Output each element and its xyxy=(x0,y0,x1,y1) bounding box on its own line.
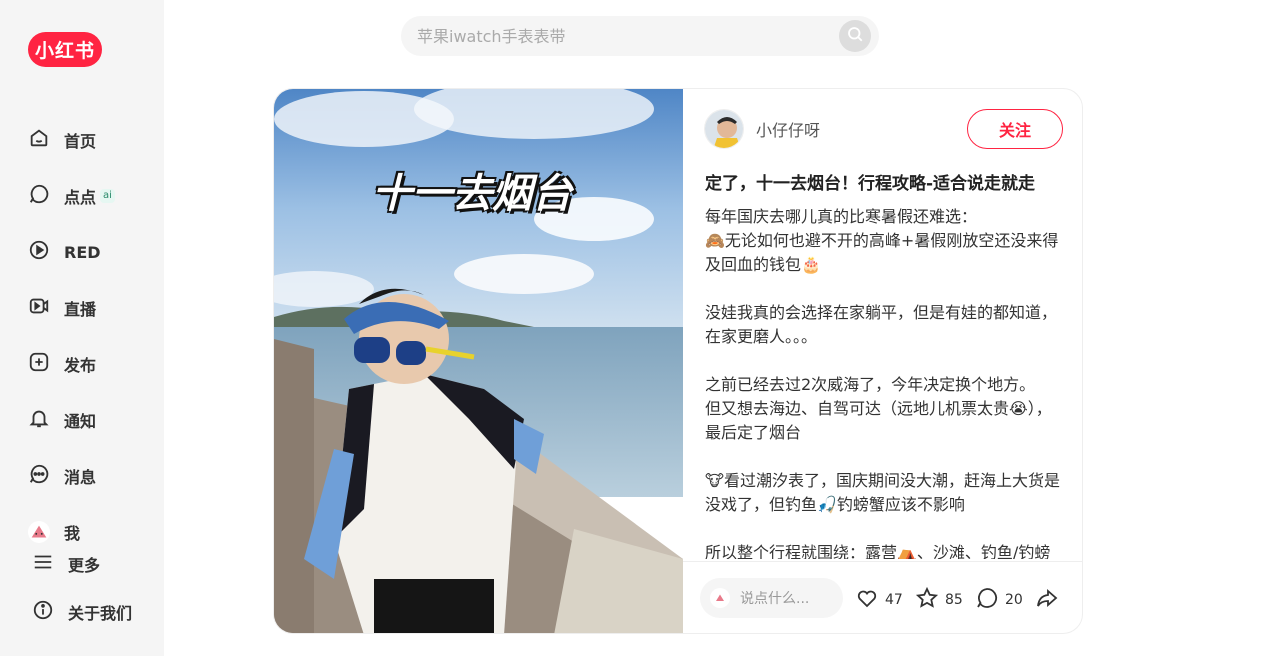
ai-badge: ai xyxy=(100,189,115,203)
nav-label: 首页 xyxy=(64,132,97,151)
comment-input[interactable]: 说点什么... xyxy=(700,578,843,618)
home-icon xyxy=(28,127,50,153)
search-icon xyxy=(846,25,864,47)
comment-count: 20 xyxy=(1005,592,1023,608)
comment-placeholder: 说点什么... xyxy=(740,591,810,607)
nav-label: 通知 xyxy=(64,412,97,431)
avatar xyxy=(28,521,50,543)
author-name[interactable]: 小仔仔呀 xyxy=(756,117,820,141)
message-dots-icon xyxy=(28,463,50,489)
nav-item-messages[interactable]: 消息 xyxy=(28,464,96,488)
note-detail-card: 十一去烟台 小仔仔呀 关注 定了，十一去烟台！行程攻略-适合说走就走 每年国庆去… xyxy=(273,88,1083,634)
note-paragraph: 每年国庆去哪儿真的比寒暑假还难选： 🙈无论如何也避不开的高峰+暑假刚放空还没来得… xyxy=(705,207,1059,274)
nav-item-diandian[interactable]: 点点 ai xyxy=(28,184,115,208)
collect-button[interactable]: 85 xyxy=(915,586,963,614)
chat-bubble-icon xyxy=(28,183,50,209)
nav-item-notifications[interactable]: 通知 xyxy=(28,408,96,432)
follow-button[interactable]: 关注 xyxy=(967,109,1063,149)
sidebar: 小红书 首页 点点 ai RED 直播 发布 通知 消息 我 更多 关于我们 xyxy=(0,0,164,656)
note-panel: 小仔仔呀 关注 定了，十一去烟台！行程攻略-适合说走就走 每年国庆去哪儿真的比寒… xyxy=(683,89,1082,633)
like-count: 47 xyxy=(885,592,903,608)
logo[interactable]: 小红书 xyxy=(28,32,102,67)
nav-item-red[interactable]: RED xyxy=(28,240,101,264)
like-button[interactable]: 47 xyxy=(855,586,903,614)
note-paragraph: 没娃我真的会选择在家躺平，但是有娃的都知道，在家更磨人。。。 xyxy=(705,303,1058,346)
search-input[interactable] xyxy=(417,26,817,46)
collect-count: 85 xyxy=(945,592,963,608)
plus-square-icon xyxy=(28,351,50,377)
nav-item-more[interactable]: 更多 xyxy=(32,552,100,576)
nav-label: 直播 xyxy=(64,300,97,319)
star-icon xyxy=(915,586,939,614)
note-paragraph: 所以整个行程就围绕：露营⛺、沙滩、钓鱼/钓螃 xyxy=(705,543,1051,559)
comment-icon xyxy=(975,586,999,614)
author-avatar[interactable] xyxy=(704,109,744,149)
nav-item-about[interactable]: 关于我们 xyxy=(32,600,132,624)
nav-label: RED xyxy=(64,242,101,262)
interaction-bar: 说点什么... 47 85 20 xyxy=(683,561,1082,633)
note-title: 定了，十一去烟台！行程攻略-适合说走就走 xyxy=(705,174,1036,194)
menu-icon xyxy=(32,551,54,577)
info-icon xyxy=(32,599,54,625)
search-button[interactable] xyxy=(839,20,871,52)
play-icon xyxy=(28,239,50,265)
avatar xyxy=(710,588,730,608)
nav-label: 关于我们 xyxy=(68,604,133,623)
note-paragraph: 之前已经去过2次威海了，今年决定换个地方。 但又想去海边、自驾可达（远地儿机票太… xyxy=(705,375,1052,442)
share-button[interactable] xyxy=(1035,586,1059,614)
note-photo[interactable]: 十一去烟台 xyxy=(274,89,683,633)
nav-item-me[interactable]: 我 xyxy=(28,520,80,544)
comment-button[interactable]: 20 xyxy=(975,586,1023,614)
heart-icon xyxy=(855,586,879,614)
author-info[interactable]: 小仔仔呀 xyxy=(704,109,820,149)
bell-icon xyxy=(28,407,50,433)
nav-item-publish[interactable]: 发布 xyxy=(28,352,96,376)
note-content: 定了，十一去烟台！行程攻略-适合说走就走 每年国庆去哪儿真的比寒暑假还难选： 🙈… xyxy=(705,171,1065,559)
search-bar xyxy=(401,16,879,56)
nav-label: 发布 xyxy=(64,356,97,375)
note-paragraph: 🐮看过潮汐表了，国庆期间没大潮，赶海上大货是没戏了，但钓鱼🎣钓螃蟹应该不影响 xyxy=(705,471,1060,514)
nav-label: 更多 xyxy=(68,556,101,575)
nav-item-home[interactable]: 首页 xyxy=(28,128,96,152)
live-camera-icon xyxy=(28,295,50,321)
nav-item-live[interactable]: 直播 xyxy=(28,296,96,320)
nav-label: 消息 xyxy=(64,468,97,487)
photo-overlay-text: 十一去烟台 xyxy=(372,171,572,217)
nav-label: 点点 xyxy=(64,188,97,207)
share-icon xyxy=(1035,586,1059,614)
nav-label: 我 xyxy=(64,524,81,543)
